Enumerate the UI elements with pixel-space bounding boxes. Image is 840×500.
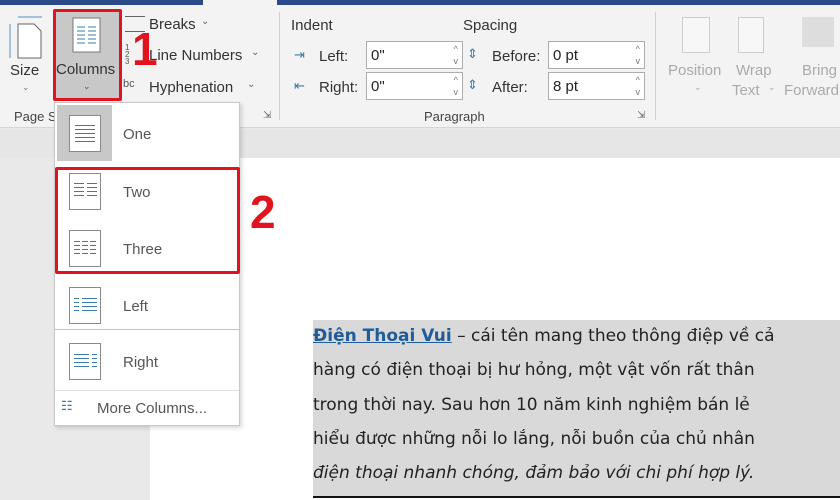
spacing-after-label: After:: [492, 79, 528, 96]
wrap-label: Wrap: [736, 62, 772, 79]
chevron-down-icon: ⌄: [694, 82, 702, 92]
spinner-arrows-icon[interactable]: ^ v: [636, 74, 641, 98]
highlight-box-1: [53, 9, 122, 101]
size-label: Size: [10, 62, 40, 79]
spinner-arrows-icon[interactable]: ^ v: [454, 74, 459, 98]
spacing-before-input[interactable]: 0 pt ^ v: [548, 41, 645, 69]
chevron-down-icon: ⌄: [201, 16, 210, 27]
line-numbers-label: Line Numbers: [149, 47, 243, 64]
doc-line-3: trong thời nay. Sau hơn 10 năm kinh nghi…: [313, 395, 750, 415]
spacing-before-icon: ⇕: [467, 46, 478, 61]
breaks-label: Breaks: [149, 16, 196, 33]
bring-forward-icon: [802, 17, 834, 47]
highlight-box-2: [55, 167, 240, 274]
breaks-icon: [125, 16, 145, 32]
indent-right-value: 0": [371, 78, 385, 95]
link-dien-thoai-vui[interactable]: Điện Thoại Vui: [313, 326, 452, 346]
doc-line-2: hàng có điện thoại bị hư hỏng, một vật v…: [313, 360, 755, 380]
text-label: Text: [732, 82, 760, 99]
group-divider: [655, 12, 656, 120]
left-column-icon: [69, 287, 101, 324]
spacing-label: Spacing: [463, 17, 518, 34]
step-2-label: 2: [250, 186, 276, 238]
menu-item-label: Left: [123, 298, 149, 315]
doc-line-5: điện thoại nhanh chóng, đảm bảo với chi …: [313, 463, 755, 483]
breaks-button[interactable]: Breaks ⌄: [125, 14, 235, 36]
more-columns-label: More Columns...: [97, 400, 208, 417]
chevron-down-icon: ⌄: [247, 79, 256, 90]
line-numbers-button[interactable]: 123 Line Numbers ⌄: [125, 44, 265, 66]
line-numbers-icon: 123: [125, 43, 130, 66]
spacing-after-input[interactable]: 8 pt ^ v: [548, 72, 645, 100]
right-column-icon: [69, 343, 101, 380]
size-button[interactable]: Size ⌄: [4, 14, 44, 98]
indent-right-input[interactable]: 0" ^ v: [366, 72, 463, 100]
menu-divider: [55, 390, 239, 391]
page-setup-dialog-launcher-icon[interactable]: ⇲: [263, 110, 271, 121]
paragraph-dialog-launcher-icon[interactable]: ⇲: [637, 110, 645, 121]
bring-forward-button[interactable]: Bring Forward: [784, 15, 840, 100]
indent-label: Indent: [291, 17, 333, 34]
wrap-text-button[interactable]: Wrap Text ⌄: [732, 15, 787, 100]
page-setup-group-label: Page S: [14, 109, 57, 124]
doc-line-1-text: – cái tên mang theo thông điệp về cả: [451, 326, 775, 346]
indent-left-value: 0": [371, 47, 385, 64]
menu-item-right[interactable]: Right: [55, 333, 239, 389]
one-column-icon: [69, 115, 101, 152]
spacing-after-value: 8 pt: [553, 78, 579, 95]
menu-item-label: One: [123, 126, 152, 143]
group-divider: [279, 12, 280, 120]
more-columns-item[interactable]: ☷ More Columns...: [55, 392, 239, 424]
menu-item-label: Right: [123, 354, 159, 371]
indent-left-icon: ⇥: [294, 47, 305, 62]
spinner-arrows-icon[interactable]: ^ v: [454, 43, 459, 67]
indent-right-icon: ⇤: [294, 78, 305, 93]
wrap-text-icon: [738, 17, 764, 53]
spacing-after-icon: ⇕: [467, 77, 478, 92]
indent-left-label: Left:: [319, 48, 349, 65]
position-label: Position: [668, 62, 722, 79]
indent-left-input[interactable]: 0" ^ v: [366, 41, 463, 69]
chevron-down-icon: ⌄: [768, 82, 776, 92]
position-icon: [682, 17, 710, 53]
hyphenation-icon: bc: [123, 78, 135, 90]
indent-right-label: Right:: [319, 79, 359, 96]
chevron-down-icon: ⌄: [251, 47, 260, 58]
hyphenation-label: Hyphenation: [149, 79, 234, 96]
spinner-arrows-icon[interactable]: ^ v: [636, 43, 641, 67]
more-columns-icon: ☷: [61, 398, 73, 413]
doc-line-1: Điện Thoại Vui – cái tên mang theo thông…: [313, 326, 775, 346]
chevron-down-icon: ⌄: [22, 82, 30, 92]
bring-label: Bring: [802, 62, 838, 79]
page-bottom-border: [313, 496, 840, 498]
doc-line-4: hiểu được những nỗi lo lắng, nỗi buồn củ…: [313, 429, 755, 449]
menu-item-left[interactable]: Left: [55, 277, 239, 333]
paragraph-group-label: Paragraph: [424, 109, 485, 124]
page-size-icon: [9, 16, 42, 59]
hyphenation-button[interactable]: bc Hyphenation ⌄: [123, 76, 263, 98]
position-button[interactable]: Position ⌄: [668, 15, 726, 100]
spacing-before-label: Before:: [492, 48, 541, 65]
forward-label: Forward: [784, 82, 840, 99]
columns-dropdown-menu-lower: Right ☷ More Columns...: [54, 330, 240, 426]
menu-item-one-row[interactable]: One: [55, 105, 239, 161]
spacing-before-value: 0 pt: [553, 47, 579, 64]
